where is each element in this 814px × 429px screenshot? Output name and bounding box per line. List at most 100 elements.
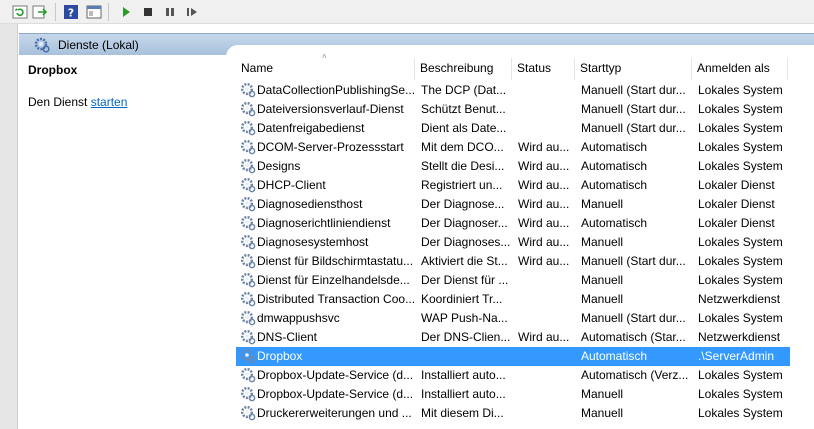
column-header-startup-type[interactable]: Starttyp [575,58,692,80]
service-description: Koordiniert Tr... [421,292,503,306]
service-row[interactable]: Dropbox-Update-Service (d... Installiert… [236,366,790,385]
help-icon[interactable]: ? [62,3,80,21]
service-name: Diagnosediensthost [257,197,363,211]
panel-title: Dienste (Lokal) [58,38,139,52]
service-gear-icon [240,272,256,288]
service-name: Dienst für Bildschirmtastatu... [257,254,414,268]
service-startup-type: Manuell [581,273,624,287]
service-status: Wird au... [518,178,570,192]
service-description: Stellt die Desi... [421,159,505,173]
svg-text:?: ? [68,7,74,20]
service-gear-icon [240,348,256,364]
service-logon-as: Lokales System [698,273,783,287]
service-name: DataCollectionPublishingSe... [257,83,414,97]
service-description: Dient als Date... [421,121,507,135]
service-description: Der DNS-Clien... [421,330,511,344]
service-description: Der Dienst für ... [421,273,509,287]
service-row[interactable]: Diagnosediensthost Der Diagnose... Wird … [236,195,790,214]
service-status: Wird au... [518,197,570,211]
service-row[interactable]: Dienst für Einzelhandelsde... Der Dienst… [236,271,790,290]
service-name: dmwappushsvc [257,311,340,325]
column-header-logon-as[interactable]: Anmelden als [692,58,788,80]
service-row[interactable]: Druckererweiterungen und ... Mit diesem … [236,404,790,423]
service-startup-type: Automatisch (Star... [581,330,686,344]
service-description: Schützt Benut... [421,102,506,116]
service-logon-as: Lokales System [698,121,783,135]
service-description: Der Diagnoser... [421,216,508,230]
service-logon-as: Lokaler Dienst [698,197,775,211]
service-row[interactable]: Designs Stellt die Desi... Wird au... Au… [236,157,790,176]
service-startup-type: Manuell (Start dur... [581,311,686,325]
service-logon-as: Netzwerkdienst [698,292,781,306]
service-row[interactable]: DNS-Client Der DNS-Clien... Wird au... A… [236,328,790,347]
service-row[interactable]: Dropbox Automatisch .\ServerAdmin [236,347,790,366]
service-startup-type: Manuell [581,387,624,401]
service-startup-type: Manuell [581,406,624,420]
export-list-icon[interactable] [31,3,49,21]
toolbar: ? [0,0,814,24]
service-name: Dropbox-Update-Service (d... [257,368,414,382]
service-row[interactable]: Datenfreigabedienst Dient als Date... Ma… [236,119,790,138]
service-name: Diagnoserichtliniendienst [257,216,391,230]
service-row[interactable]: Dropbox-Update-Service (d... Installiert… [236,385,790,404]
service-startup-type: Automatisch [581,349,648,363]
service-startup-type: Automatisch [581,216,648,230]
services-list: ˄ Name Beschreibung Status Starttyp Anme… [226,45,814,429]
service-startup-type: Automatisch [581,159,648,173]
service-gear-icon [240,291,256,307]
service-startup-type: Manuell (Start dur... [581,83,686,97]
service-logon-as: Lokales System [698,159,783,173]
column-header-status[interactable]: Status [512,58,575,80]
start-service-link[interactable]: starten [91,95,128,109]
column-header-description[interactable]: Beschreibung [415,58,512,80]
service-startup-type: Automatisch [581,178,648,192]
service-row[interactable]: Dienst für Bildschirmtastatu... Aktivier… [236,252,790,271]
service-logon-as: Lokaler Dienst [698,216,775,230]
service-gear-icon [240,367,256,383]
service-logon-as: Lokales System [698,406,783,420]
service-name: DHCP-Client [257,178,326,192]
service-row[interactable]: DataCollectionPublishingSe... The DCP (D… [236,81,790,100]
start-service-icon[interactable] [117,3,135,21]
service-startup-type: Manuell [581,235,624,249]
service-name: Dropbox-Update-Service (d... [257,387,414,401]
service-row[interactable]: Distributed Transaction Coo... Koordinie… [236,290,790,309]
service-description: WAP Push-Na... [421,311,508,325]
stop-service-icon[interactable] [139,3,157,21]
service-gear-icon [240,253,256,269]
service-name: Distributed Transaction Coo... [257,292,414,306]
service-logon-as: Lokales System [698,387,783,401]
service-row[interactable]: Dateiversionsverlauf-Dienst Schützt Benu… [236,100,790,119]
service-startup-type: Manuell (Start dur... [581,102,686,116]
service-description: Der Diagnoses... [421,235,511,249]
service-row[interactable]: dmwappushsvc WAP Push-Na... Manuell (Sta… [236,309,790,328]
service-row[interactable]: Diagnosesystemhost Der Diagnoses... Wird… [236,233,790,252]
refresh-icon[interactable] [11,3,29,21]
service-gear-icon [240,310,256,326]
column-header-name[interactable]: Name [236,58,415,80]
service-status: Wird au... [518,235,570,249]
service-name: Dropbox [257,349,414,363]
pause-service-icon[interactable] [161,3,179,21]
service-logon-as: Lokales System [698,368,783,382]
console-view-icon[interactable] [85,3,103,21]
service-row[interactable]: Diagnoserichtliniendienst Der Diagnoser.… [236,214,790,233]
service-action: Den Dienst starten [28,95,127,109]
service-description: Registriert un... [421,178,503,192]
service-description: Installiert auto... [421,368,506,382]
service-row[interactable]: DCOM-Server-Prozessstart Mit dem DCO... … [236,138,790,157]
service-gear-icon [240,139,256,155]
service-row[interactable]: DHCP-Client Registriert un... Wird au...… [236,176,790,195]
service-description: Mit diesem Di... [421,406,504,420]
service-gear-icon [240,234,256,250]
service-description: The DCP (Dat... [421,83,507,97]
services-gear-icon [34,37,50,56]
service-status: Wird au... [518,140,570,154]
service-status: Wird au... [518,159,570,173]
service-status: Wird au... [518,330,570,344]
restart-service-icon[interactable] [183,3,201,21]
service-name: Datenfreigabedienst [257,121,365,135]
service-gear-icon [240,215,256,231]
service-status: Wird au... [518,216,570,230]
service-gear-icon [240,329,256,345]
